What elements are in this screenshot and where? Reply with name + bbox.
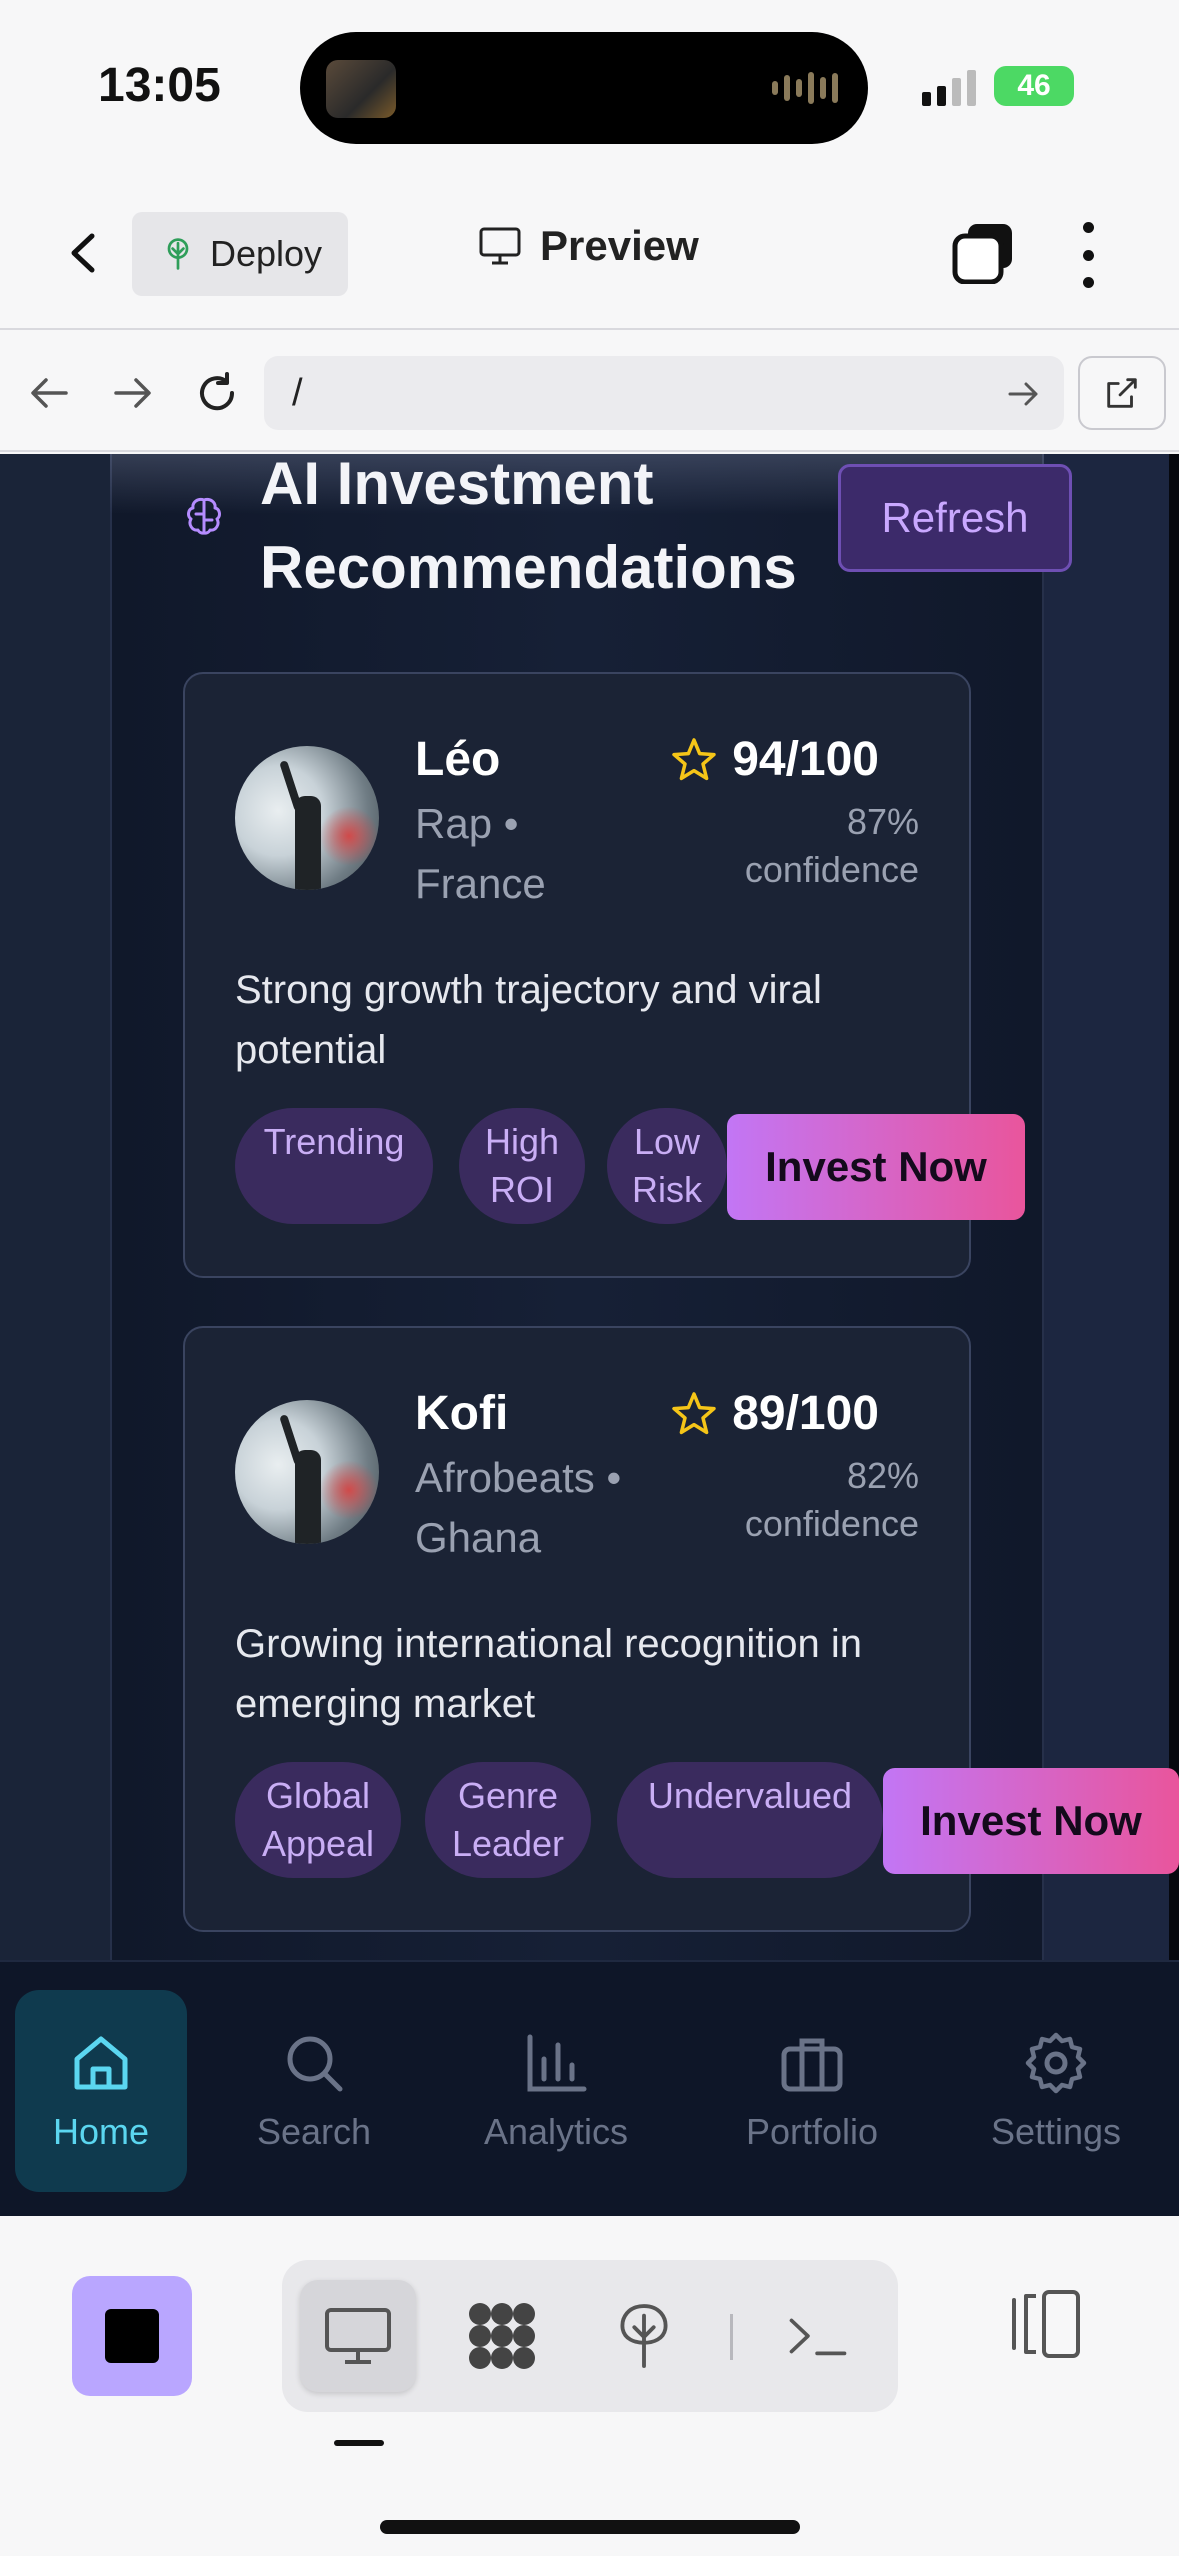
brain-icon <box>187 498 221 535</box>
tag-badge: Global Appeal <box>235 1762 401 1878</box>
right-gutter <box>1044 454 1169 1960</box>
recommendation-reason: Growing international recognition in eme… <box>235 1622 863 1726</box>
section-title: AI Investment Recommendations <box>260 454 797 601</box>
nav-label: Search <box>256 2111 372 2152</box>
deploy-label: Deploy <box>210 233 323 274</box>
ai-score: 94/100 <box>670 732 879 787</box>
artist-name[interactable]: Léo <box>415 732 500 787</box>
home-indicator[interactable] <box>380 2520 800 2534</box>
console-view-button[interactable] <box>760 2280 876 2392</box>
toolbar-divider <box>730 2314 733 2360</box>
tag-badge: Trending <box>235 1108 433 1224</box>
recommendation-reason: Strong growth trajectory and viral poten… <box>235 968 822 1072</box>
status-time: 13:05 <box>98 59 221 112</box>
stop-icon <box>105 2309 159 2363</box>
stop-button[interactable] <box>72 2276 192 2396</box>
nav-label: Settings <box>990 2111 1122 2152</box>
nav-home[interactable]: Home <box>15 1990 187 2192</box>
external-link-icon <box>1107 378 1137 408</box>
artist-genre-country: Rap • France <box>415 800 546 907</box>
battery-icon: 46 <box>994 66 1074 106</box>
preview-title: Preview <box>478 222 699 270</box>
invest-now-button[interactable]: Invest Now <box>883 1768 1179 1874</box>
tag-badge: Low Risk <box>607 1108 727 1224</box>
tag-badge: High ROI <box>459 1108 585 1224</box>
reload-icon[interactable] <box>194 370 240 416</box>
artist-genre-country: Afrobeats • Ghana <box>415 1454 622 1561</box>
deploy-button[interactable]: Deploy <box>132 212 348 296</box>
confidence-label: 82% confidence <box>744 1455 919 1544</box>
artist-avatar[interactable] <box>235 1400 379 1544</box>
audio-waveform-icon <box>772 70 838 106</box>
nav-label: Home <box>52 2111 150 2152</box>
tag-badge: Genre Leader <box>425 1762 591 1878</box>
view-switcher <box>282 2260 898 2412</box>
preview-label: Preview <box>540 222 699 269</box>
monitor-icon <box>479 227 521 265</box>
gear-icon <box>1025 2032 1087 2094</box>
score-value: 89/100 <box>732 1387 879 1440</box>
open-external-button[interactable] <box>1078 356 1166 430</box>
tabs-button[interactable] <box>952 222 1014 285</box>
nav-settings[interactable]: Settings <box>970 1990 1142 2192</box>
more-options-button[interactable] <box>1070 222 1106 288</box>
url-input[interactable]: / <box>264 356 1064 430</box>
bottom-navigation: Home Search Analytics Portfolio Settings <box>0 1960 1179 2216</box>
cellular-signal-icon <box>922 70 976 106</box>
preview-view-button[interactable] <box>300 2280 416 2392</box>
url-bar: / <box>0 332 1179 452</box>
invest-now-button[interactable]: Invest Now <box>727 1114 1025 1220</box>
dynamic-island[interactable] <box>300 32 868 144</box>
nav-portfolio[interactable]: Portfolio <box>726 1990 898 2192</box>
go-arrow-icon[interactable] <box>1006 376 1042 412</box>
split-view-button[interactable] <box>1008 2286 1084 2362</box>
left-gutter <box>0 454 110 1960</box>
nav-label: Portfolio <box>745 2111 879 2152</box>
web-viewport[interactable]: AI Investment Recommendations Refresh Lé… <box>0 454 1179 1960</box>
back-button[interactable] <box>60 228 110 278</box>
workflow-view-button[interactable] <box>444 2280 560 2392</box>
active-view-indicator <box>334 2440 384 2446</box>
confidence-label: 87% confidence <box>744 801 919 890</box>
app-top-bar: Deploy Preview <box>0 170 1179 330</box>
url-text: / <box>292 372 303 414</box>
recommendation-card: Léo Rap • France 94/100 87% confidence S… <box>183 672 1025 1278</box>
monitor-icon <box>325 2308 391 2364</box>
terminal-icon <box>789 2318 847 2356</box>
nav-search[interactable]: Search <box>228 1990 400 2192</box>
bar-chart-icon <box>527 2034 587 2092</box>
battery-level: 46 <box>1017 69 1051 102</box>
briefcase-icon <box>781 2038 843 2092</box>
score-value: 94/100 <box>732 733 879 786</box>
nav-analytics[interactable]: Analytics <box>470 1990 642 2192</box>
now-playing-artwork <box>326 60 396 118</box>
ai-score: 89/100 <box>670 1386 879 1441</box>
arrow-right-icon[interactable] <box>110 370 156 416</box>
artist-avatar[interactable] <box>235 746 379 890</box>
arrow-left-icon[interactable] <box>26 370 72 416</box>
recommendation-card: Kofi Afrobeats • Ghana 89/100 82% confid… <box>183 1326 1179 1932</box>
nodes-icon <box>469 2303 535 2369</box>
deploy-view-button[interactable] <box>586 2280 702 2392</box>
star-icon <box>672 1391 716 1434</box>
deploy-tree-icon <box>620 2304 668 2368</box>
deploy-tree-icon <box>167 238 189 270</box>
bottom-toolbar <box>0 2216 1179 2556</box>
scrollbar[interactable] <box>1169 454 1179 1960</box>
status-bar: 13:05 46 <box>0 0 1179 170</box>
home-icon <box>74 2036 128 2090</box>
star-icon <box>672 737 716 780</box>
nav-label: Analytics <box>483 2111 629 2152</box>
tabs-icon <box>952 224 1012 285</box>
refresh-button[interactable]: Refresh <box>838 464 1072 572</box>
chevron-left-icon <box>71 233 95 273</box>
tag-badge: Undervalued <box>617 1762 883 1878</box>
split-screen-icon <box>1012 2290 1080 2358</box>
artist-name[interactable]: Kofi <box>415 1386 508 1441</box>
search-icon <box>287 2036 343 2092</box>
